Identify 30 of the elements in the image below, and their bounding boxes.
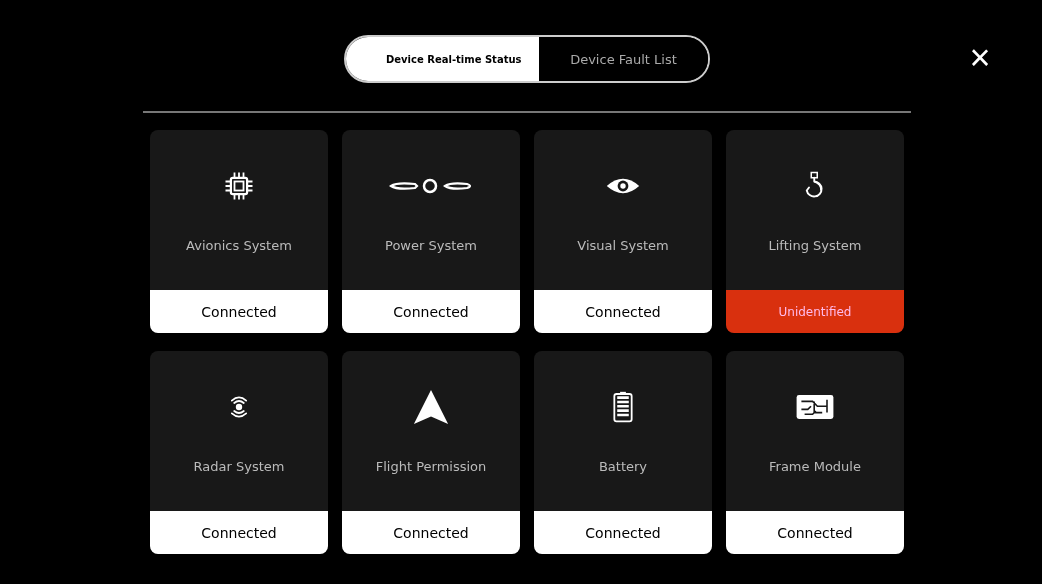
status-card[interactable]: Avionics System Connected xyxy=(150,130,328,333)
status-card[interactable]: Battery Connected xyxy=(534,351,712,554)
status-label: Connected xyxy=(342,290,520,333)
battery-icon xyxy=(610,390,636,424)
tab[interactable]: Device Real-time Status xyxy=(346,37,539,81)
system-name: Battery xyxy=(598,459,648,474)
status-label: Unidentified xyxy=(726,290,904,333)
status-card[interactable]: Lifting System Unidentified xyxy=(726,130,904,333)
status-label: Connected xyxy=(150,290,328,333)
propeller-icon xyxy=(389,177,473,195)
status-label: Connected xyxy=(726,511,904,554)
circuit-board-icon xyxy=(795,393,835,421)
status-card[interactable]: Flight Permission Connected xyxy=(342,351,520,554)
system-name: Radar System xyxy=(193,459,285,474)
navigation-arrow-icon xyxy=(412,388,450,426)
system-name: Frame Module xyxy=(769,459,861,474)
system-name: Lifting System xyxy=(768,238,862,253)
status-label: Connected xyxy=(342,511,520,554)
status-label: Connected xyxy=(150,511,328,554)
status-label: Connected xyxy=(534,511,712,554)
close-button[interactable]: × xyxy=(962,40,998,76)
status-card[interactable]: Power System Connected xyxy=(342,130,520,333)
system-name: Visual System xyxy=(577,238,669,253)
system-name: Flight Permission xyxy=(375,459,487,474)
system-name: Avionics System xyxy=(186,238,292,253)
system-name: Power System xyxy=(385,238,477,253)
status-label: Connected xyxy=(534,290,712,333)
status-card[interactable]: Visual System Connected xyxy=(534,130,712,333)
status-card[interactable]: Frame Module Connected xyxy=(726,351,904,554)
status-card[interactable]: Radar System Connected xyxy=(150,351,328,554)
